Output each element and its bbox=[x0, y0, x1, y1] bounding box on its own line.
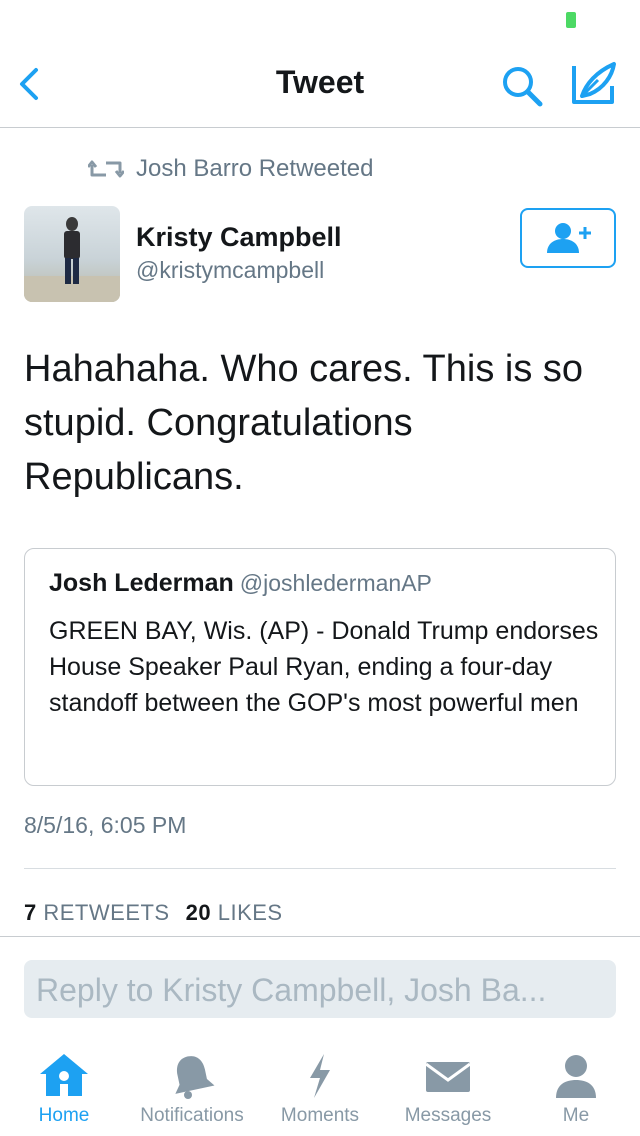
tab-home[interactable]: Home bbox=[0, 1040, 128, 1136]
person-icon bbox=[556, 1055, 596, 1098]
retweets-label: RETWEETS bbox=[43, 900, 170, 925]
tab-moments[interactable]: Moments bbox=[256, 1040, 384, 1136]
retweets-count: 7 bbox=[24, 900, 37, 925]
tab-label: Me bbox=[562, 1105, 590, 1126]
tab-bar: Home Notifications Moments Messages Me bbox=[0, 1040, 640, 1136]
compose-button[interactable] bbox=[568, 58, 622, 110]
retweeted-by[interactable]: Josh Barro Retweeted bbox=[88, 154, 373, 184]
tab-label: Notifications bbox=[140, 1105, 244, 1126]
likes-count: 20 bbox=[185, 900, 212, 925]
reply-input[interactable]: Reply to Kristy Campbell, Josh Ba... bbox=[24, 960, 616, 1018]
bell-icon bbox=[175, 1056, 215, 1099]
search-button[interactable] bbox=[498, 62, 546, 110]
quoted-tweet-header: Josh Lederman @joshledermanAP bbox=[49, 569, 432, 598]
divider bbox=[0, 936, 640, 937]
retweet-icon bbox=[88, 160, 124, 178]
quoted-author-handle: @joshledermanAP bbox=[239, 570, 432, 596]
quoted-tweet-text: GREEN BAY, Wis. (AP) - Donald Trump endo… bbox=[49, 617, 599, 717]
tab-label: Home bbox=[38, 1105, 90, 1126]
tweet-timestamp: 8/5/16, 6:05 PM bbox=[24, 812, 187, 838]
tab-notifications[interactable]: Notifications bbox=[128, 1040, 256, 1136]
search-icon bbox=[503, 67, 543, 107]
home-icon bbox=[40, 1054, 88, 1096]
quoted-tweet[interactable]: Josh Lederman @joshledermanAP GREEN BAY, … bbox=[24, 548, 616, 786]
add-user-icon bbox=[547, 223, 591, 253]
tweet-text: Hahahaha. Who cares. This is so stupid. … bbox=[24, 348, 584, 498]
avatar[interactable] bbox=[24, 206, 120, 302]
tab-messages[interactable]: Messages bbox=[384, 1040, 512, 1136]
tweet-stats: 7 RETWEETS 20 LIKES bbox=[24, 900, 283, 926]
tab-me[interactable]: Me bbox=[512, 1040, 640, 1136]
quoted-author-name: Josh Lederman bbox=[49, 569, 234, 597]
nav-bar: Tweet bbox=[0, 40, 640, 128]
reply-placeholder: Reply to Kristy Campbell, Josh Ba... bbox=[36, 972, 547, 1008]
follow-button[interactable] bbox=[520, 208, 616, 268]
retweets-stat[interactable]: 7 RETWEETS bbox=[24, 900, 170, 925]
compose-icon bbox=[572, 62, 616, 104]
avatar-photo bbox=[24, 206, 120, 302]
tab-label: Moments bbox=[280, 1105, 360, 1126]
author-handle[interactable]: @kristymcampbell bbox=[136, 257, 324, 284]
likes-stat[interactable]: 20 LIKES bbox=[186, 900, 283, 925]
divider bbox=[24, 868, 616, 869]
author-name[interactable]: Kristy Campbell bbox=[136, 222, 342, 253]
battery-icon bbox=[566, 12, 576, 28]
envelope-icon bbox=[425, 1062, 471, 1092]
lightning-icon bbox=[310, 1054, 330, 1098]
status-bar bbox=[0, 0, 640, 40]
retweeted-by-text: Josh Barro Retweeted bbox=[136, 155, 374, 182]
likes-label: LIKES bbox=[217, 900, 283, 925]
tab-label: Messages bbox=[404, 1105, 492, 1126]
